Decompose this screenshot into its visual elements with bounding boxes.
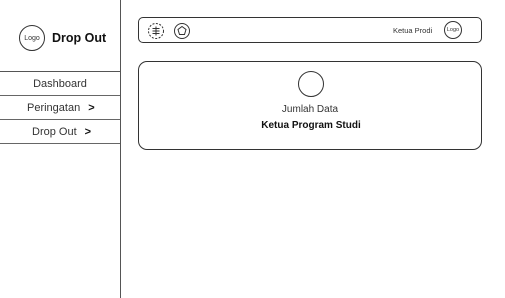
- user-avatar[interactable]: Logo: [444, 21, 462, 39]
- menu-icon[interactable]: [147, 22, 165, 40]
- sidebar-item-dashboard[interactable]: Dashboard: [0, 72, 120, 96]
- chevron-right-icon: >: [88, 101, 95, 114]
- sidebar-item-label: Dashboard: [33, 77, 87, 90]
- summary-card: Jumlah Data Ketua Program Studi: [138, 61, 482, 150]
- pentagon-icon[interactable]: [173, 22, 191, 40]
- card-icon-placeholder: [298, 71, 324, 97]
- sidebar-item-peringatan[interactable]: Peringatan >: [0, 96, 120, 120]
- brand-header: Logo Drop Out: [0, 0, 120, 72]
- chevron-right-icon: >: [84, 125, 92, 138]
- sidebar-item-label: Drop Out: [32, 125, 77, 138]
- user-role-label: Ketua Prodi: [393, 26, 433, 35]
- card-value: Ketua Program Studi: [261, 120, 361, 131]
- brand-logo: Logo: [19, 25, 45, 51]
- top-bar: Ketua Prodi Logo: [138, 17, 482, 43]
- card-label: Jumlah Data: [281, 104, 339, 115]
- sidebar: Logo Drop Out Dashboard Peringatan > Dro…: [0, 0, 121, 298]
- brand-title: Drop Out: [52, 31, 107, 45]
- sidebar-item-label: Peringatan: [27, 101, 81, 114]
- sidebar-item-drop-out[interactable]: Drop Out >: [0, 120, 120, 144]
